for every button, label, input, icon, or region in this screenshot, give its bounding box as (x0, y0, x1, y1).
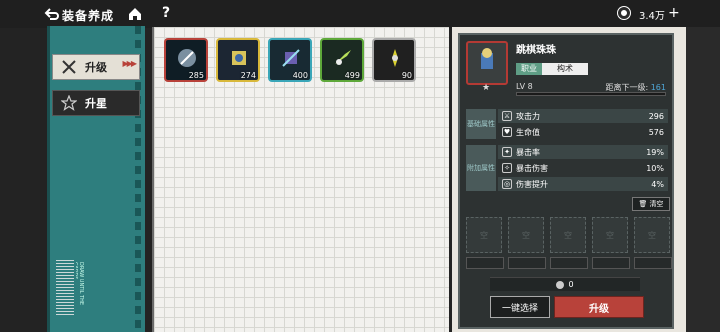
material-slot[interactable]: 空 (508, 217, 544, 253)
equipment-item[interactable]: 90 (372, 38, 416, 82)
equipment-item[interactable]: 285 (164, 38, 208, 82)
detail-panel: ★ 跳棋珠珠 职业 构术 LV 8 距离下一级: 161 基础属性 ⚔ 攻击力 … (452, 27, 686, 332)
sidebar: 升级 ▶▶▶ 升星 DRAW UNTIL THE CARDS (47, 26, 145, 332)
sword-icon: ⚔ (502, 111, 512, 121)
stat-name: 生命值 (516, 127, 540, 137)
extra-stats-group-label: 附加属性 (466, 145, 496, 191)
equipment-name: 跳棋珠珠 (516, 45, 556, 56)
stat-value: 19% (646, 147, 664, 157)
stat-row-hp: ♥ 生命值 576 (498, 125, 668, 139)
tab-star-up[interactable]: 升星 (52, 90, 140, 116)
slot-bar (592, 257, 630, 269)
tab-upgrade[interactable]: 升级 ▶▶▶ (52, 54, 140, 80)
equipment-item[interactable]: 499 (320, 38, 364, 82)
item-count: 499 (344, 71, 360, 80)
cost-value: 0 (568, 280, 574, 289)
top-bar: 装备养成 ? 3.4万 + (0, 0, 720, 28)
equipment-icon (335, 50, 351, 65)
equipment-portrait (466, 41, 508, 85)
level-text: LV 8 (516, 82, 533, 91)
slot-bar (466, 257, 504, 269)
help-button[interactable]: ? (162, 5, 170, 21)
slot-placeholder: 空 (522, 230, 530, 240)
stat-row-damage-boost: ◎ 伤害提升 4% (498, 177, 668, 191)
next-level-label: 距离下一级: (605, 83, 649, 92)
material-slot[interactable]: 空 (466, 217, 502, 253)
next-level-value: 161 (650, 83, 666, 92)
damage-boost-icon: ◎ (502, 179, 512, 189)
crossed-swords-icon (61, 59, 77, 75)
equipment-icon (392, 49, 398, 67)
stat-value: 296 (648, 111, 664, 121)
back-arrow-icon[interactable] (44, 6, 60, 22)
stat-row-attack: ⚔ 攻击力 296 (498, 109, 668, 123)
slot-bar (634, 257, 672, 269)
tab-star-up-label: 升星 (85, 97, 107, 110)
coin-icon (556, 280, 565, 289)
chevrons-icon: ▶▶▶ (122, 59, 138, 68)
currency-value: 3.4万 (639, 11, 665, 22)
right-edge-decoration (686, 27, 720, 332)
cost-display: 0 (490, 277, 640, 291)
slot-placeholder: 空 (564, 230, 572, 240)
slot-bar (508, 257, 546, 269)
stat-name: 攻击力 (516, 111, 540, 121)
item-count: 274 (240, 71, 256, 80)
star-icon (60, 94, 78, 111)
stat-value: 576 (648, 127, 664, 137)
tab-upgrade-label: 升级 (85, 61, 107, 74)
stat-name: 伤害提升 (516, 179, 548, 189)
equipment-icon (178, 49, 196, 67)
stat-row-crit-rate: ✦ 暴击率 19% (498, 145, 668, 159)
equipment-icon (282, 49, 300, 67)
slot-bar (550, 257, 588, 269)
job-label: 职业 (516, 63, 542, 75)
heart-icon: ♥ (502, 127, 512, 137)
slot-placeholder: 空 (480, 230, 488, 240)
slot-placeholder: 空 (606, 230, 614, 240)
slot-placeholder: 空 (648, 230, 656, 240)
material-slot[interactable]: 空 (634, 217, 670, 253)
currency-icon (618, 7, 630, 19)
barcode-decoration (56, 260, 74, 316)
item-count: 400 (292, 71, 308, 80)
barcode-text: DRAW UNTIL THE CARDS (76, 262, 84, 306)
equipment-item[interactable]: 400 (268, 38, 312, 82)
item-count: 90 (401, 71, 412, 80)
rarity-star-icon: ★ (482, 83, 491, 93)
auto-select-button[interactable]: 一键选择 (490, 296, 550, 318)
stat-value: 4% (651, 179, 664, 189)
trash-icon: 🗑 (638, 200, 648, 208)
add-currency-button[interactable]: + (668, 5, 680, 21)
base-stats-group-label: 基础属性 (466, 109, 496, 139)
slot-bars (466, 257, 672, 269)
crit-damage-icon: ✧ (502, 163, 512, 173)
clear-label: 清空 (649, 200, 664, 208)
upgrade-button[interactable]: 升级 (554, 296, 644, 318)
clear-button[interactable]: 🗑 清空 (632, 197, 670, 211)
xp-progress-bar (516, 92, 666, 96)
material-slots: 空 空 空 空 空 (466, 217, 672, 253)
equipment-grid: 285 274 400 499 90 (152, 27, 449, 332)
crit-rate-icon: ✦ (502, 147, 512, 157)
stat-row-crit-damage: ✧ 暴击伤害 10% (498, 161, 668, 175)
material-slot[interactable]: 空 (550, 217, 586, 253)
item-count: 285 (188, 71, 204, 80)
job-value: 构术 (542, 63, 588, 75)
page-title: 装备养成 (62, 9, 115, 23)
detail-card: ★ 跳棋珠珠 职业 构术 LV 8 距离下一级: 161 基础属性 ⚔ 攻击力 … (458, 33, 674, 329)
stat-name: 暴击率 (516, 147, 540, 157)
stat-name: 暴击伤害 (516, 163, 548, 173)
home-icon[interactable] (127, 6, 143, 22)
equipment-icon (232, 51, 246, 65)
material-slot[interactable]: 空 (592, 217, 628, 253)
stat-value: 10% (646, 163, 664, 173)
equipment-item[interactable]: 274 (216, 38, 260, 82)
